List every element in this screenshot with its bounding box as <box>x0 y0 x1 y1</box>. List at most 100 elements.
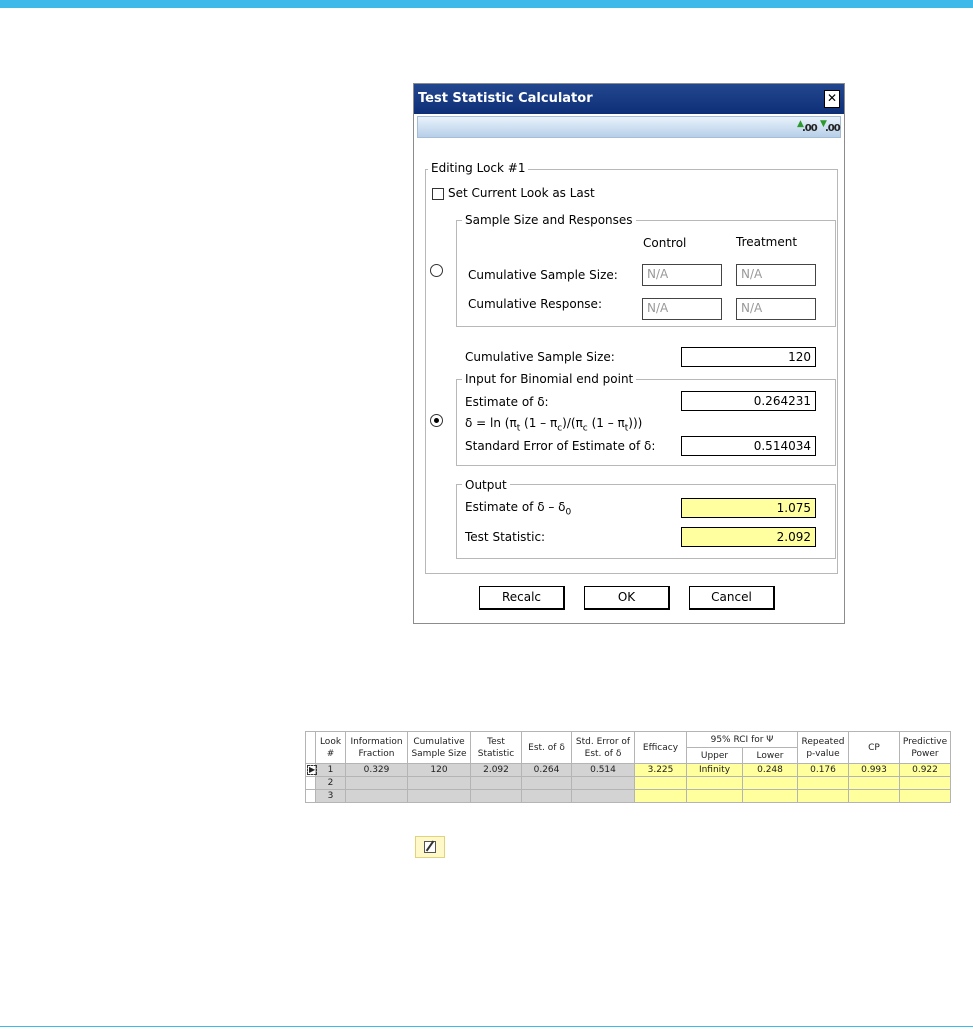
cell-cp[interactable] <box>848 776 900 790</box>
standard-error-label: Standard Error of Estimate of δ: <box>465 439 656 453</box>
cell-std-error[interactable] <box>571 789 635 803</box>
cell-info-fraction[interactable] <box>345 789 408 803</box>
sample-size-responses-legend: Sample Size and Responses <box>462 213 636 227</box>
cell-upper[interactable] <box>686 776 743 790</box>
set-last-checkbox[interactable] <box>432 188 444 200</box>
row-indicator[interactable]: ▶ <box>305 763 318 777</box>
cell-test-stat[interactable] <box>470 789 522 803</box>
cell-lower[interactable] <box>742 789 798 803</box>
cell-look[interactable]: 3 <box>315 789 346 803</box>
cell-efficacy[interactable] <box>634 789 687 803</box>
increase-decimals-icon[interactable]: ▲ .00 <box>797 119 818 134</box>
edit-note-icon[interactable] <box>415 836 445 858</box>
treatment-column-header: Treatment <box>736 235 798 249</box>
close-icon[interactable]: ✕ <box>824 90 840 108</box>
set-last-label: Set Current Look as Last <box>448 186 595 200</box>
current-row-arrow-icon: ▶ <box>307 765 318 775</box>
col-header-est-delta[interactable]: Est. of δ <box>521 731 572 764</box>
test-statistic-label: Test Statistic: <box>465 530 546 544</box>
cell-predictive-power[interactable]: 0.922 <box>899 763 951 777</box>
cancel-button[interactable]: Cancel <box>689 586 775 610</box>
cell-est-delta[interactable] <box>521 776 572 790</box>
col-header-test-stat[interactable]: Test Statistic <box>470 731 522 764</box>
dialog-toolbar: ▲ .00 ▼ .00 <box>417 116 841 138</box>
row-indicator[interactable] <box>305 776 316 790</box>
control-response-field[interactable]: N/A <box>642 298 722 320</box>
col-header-predictive-power[interactable]: Predictive Power <box>899 731 951 764</box>
decrease-decimals-label: .00 <box>825 123 841 134</box>
cell-look[interactable]: 2 <box>315 776 346 790</box>
estimate-delta-diff-label: Estimate of δ – δ0 <box>465 500 572 518</box>
table-row[interactable]: ▶ 1 0.329 120 2.092 0.264 0.514 3.225 In… <box>305 763 951 777</box>
cell-look[interactable]: 1 <box>315 763 346 777</box>
interim-looks-grid: Look # Information Fraction Cumulative Samp… <box>305 731 951 803</box>
decrease-decimals-icon[interactable]: ▼ .00 <box>820 119 841 134</box>
estimate-delta-diff-output: 1.075 <box>681 498 816 518</box>
standard-error-field[interactable]: 0.514034 <box>681 436 816 456</box>
estimate-delta-field[interactable]: 0.264231 <box>681 391 816 411</box>
cell-cum-sample[interactable] <box>407 776 471 790</box>
sample-responses-radio[interactable] <box>430 264 443 277</box>
test-statistic-output: 2.092 <box>681 527 816 547</box>
ok-button[interactable]: OK <box>584 586 670 610</box>
cell-cum-sample[interactable]: 120 <box>407 763 471 777</box>
col-header-repeated-p[interactable]: Repeated p-value <box>797 731 849 764</box>
cell-lower[interactable] <box>742 776 798 790</box>
cum-sample-size-label: Cumulative Sample Size: <box>465 350 615 364</box>
cell-cum-sample[interactable] <box>407 789 471 803</box>
top-accent-bar <box>0 0 973 8</box>
col-header-std-error[interactable]: Std. Error of Est. of δ <box>571 731 635 764</box>
dialog-titlebar[interactable]: Test Statistic Calculator ✕ <box>414 84 844 114</box>
control-column-header: Control <box>643 236 687 250</box>
cumulative-response-label: Cumulative Response: <box>468 297 602 311</box>
cell-info-fraction[interactable] <box>345 776 408 790</box>
recalc-button[interactable]: Recalc <box>479 586 565 610</box>
cell-predictive-power[interactable] <box>899 789 951 803</box>
treatment-sample-size-field[interactable]: N/A <box>736 264 816 286</box>
cell-info-fraction[interactable]: 0.329 <box>345 763 408 777</box>
cell-efficacy[interactable]: 3.225 <box>634 763 687 777</box>
col-header-cum-sample[interactable]: Cumulative Sample Size <box>407 731 471 764</box>
cell-test-stat[interactable]: 2.092 <box>470 763 522 777</box>
col-header-cp[interactable]: CP <box>848 731 900 764</box>
delta-formula: δ = ln (πt (1 – πc)/(πc (1 – πt))) <box>465 416 643 434</box>
bottom-accent-line <box>0 1026 973 1027</box>
cell-std-error[interactable] <box>571 776 635 790</box>
cell-upper[interactable] <box>686 789 743 803</box>
binomial-input-radio[interactable] <box>430 414 443 427</box>
dialog-title: Test Statistic Calculator <box>418 91 593 106</box>
col-header-upper[interactable]: Upper <box>686 747 743 764</box>
col-header-look[interactable]: Look # <box>315 731 346 764</box>
cell-est-delta[interactable]: 0.264 <box>521 763 572 777</box>
test-statistic-calculator-dialog: Test Statistic Calculator ✕ ▲ .00 ▼ .00 … <box>413 83 845 624</box>
cell-cp[interactable] <box>848 789 900 803</box>
output-group <box>456 484 836 559</box>
cell-repeated-p[interactable]: 0.176 <box>797 763 849 777</box>
increase-decimals-label: .00 <box>802 123 818 134</box>
col-header-lower[interactable]: Lower <box>742 747 798 764</box>
row-header-corner <box>305 731 316 764</box>
cum-sample-size-field[interactable]: 120 <box>681 347 816 367</box>
cumulative-sample-size-label: Cumulative Sample Size: <box>468 268 618 282</box>
cell-cp[interactable]: 0.993 <box>848 763 900 777</box>
cell-upper[interactable]: Infinity <box>686 763 743 777</box>
row-indicator[interactable] <box>305 789 316 803</box>
estimate-delta-label: Estimate of δ: <box>465 395 549 409</box>
table-row[interactable]: 3 <box>305 789 951 803</box>
binomial-input-legend: Input for Binomial end point <box>462 372 637 386</box>
col-header-efficacy[interactable]: Efficacy <box>634 731 687 764</box>
cell-est-delta[interactable] <box>521 789 572 803</box>
cell-std-error[interactable]: 0.514 <box>571 763 635 777</box>
cell-efficacy[interactable] <box>634 776 687 790</box>
control-sample-size-field[interactable]: N/A <box>642 264 722 286</box>
cell-lower[interactable]: 0.248 <box>742 763 798 777</box>
cell-repeated-p[interactable] <box>797 789 849 803</box>
table-row[interactable]: 2 <box>305 776 951 790</box>
editing-lock-legend: Editing Lock #1 <box>428 161 529 175</box>
cell-repeated-p[interactable] <box>797 776 849 790</box>
cell-test-stat[interactable] <box>470 776 522 790</box>
output-legend: Output <box>462 478 510 492</box>
cell-predictive-power[interactable] <box>899 776 951 790</box>
treatment-response-field[interactable]: N/A <box>736 298 816 320</box>
col-header-info-fraction[interactable]: Information Fraction <box>345 731 408 764</box>
